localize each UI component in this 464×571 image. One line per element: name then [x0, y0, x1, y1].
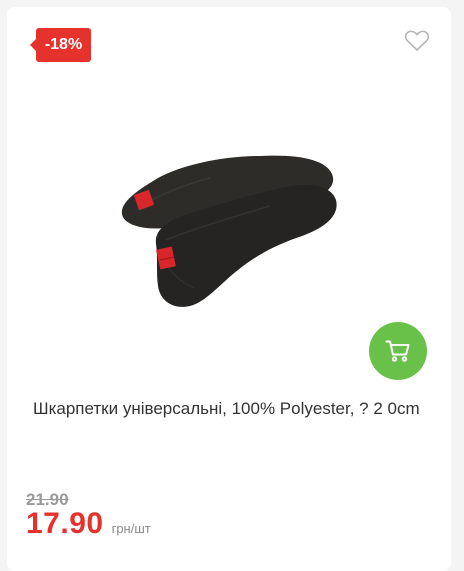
- price-row: 17.90 грн/шт: [26, 507, 151, 541]
- product-title[interactable]: Шкарпетки універсальні, 100% Polyester, …: [33, 393, 433, 424]
- heart-outline-icon: [404, 30, 430, 51]
- product-card[interactable]: -18% Шкарпетки універсальні, 100% Polyes…: [7, 7, 451, 571]
- shopping-cart-icon: [385, 340, 410, 362]
- product-image: [121, 155, 337, 307]
- wishlist-button[interactable]: [404, 29, 430, 53]
- discount-badge: -18%: [30, 28, 91, 62]
- add-to-cart-button[interactable]: [369, 322, 427, 380]
- current-price: 17.90: [26, 507, 104, 540]
- price-unit: грн/шт: [111, 521, 151, 536]
